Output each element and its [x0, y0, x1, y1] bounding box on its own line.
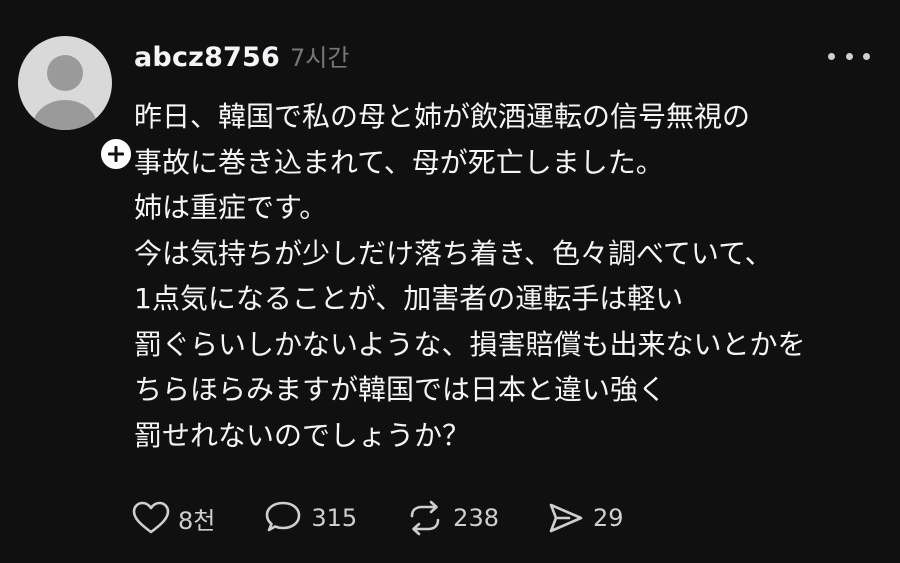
- post-text-line: 姉は重症です。: [134, 191, 328, 224]
- post-body: 昨日、韓国で私の母と姉が飲酒運転の信号無視の 事故に巻き込まれて、母が死亡しまし…: [134, 94, 894, 458]
- like-count: 8천: [178, 506, 216, 535]
- share-count: 29: [592, 504, 624, 532]
- reply-button[interactable]: 315: [263, 500, 357, 536]
- send-icon: [549, 503, 583, 533]
- post-text-line: 事故に巻き込まれて、母が死亡しました。: [134, 145, 664, 179]
- speech-bubble-icon: [266, 501, 301, 532]
- default-avatar-icon: [33, 55, 97, 130]
- post-actions-bar: 8천 315 238 29: [132, 498, 672, 538]
- plus-icon: [108, 146, 124, 162]
- post-text-line: 罰せれないのでしょうか？: [134, 418, 471, 452]
- more-dots-icon: [828, 52, 835, 60]
- share-button[interactable]: 29: [547, 501, 624, 535]
- more-dot: [863, 52, 870, 60]
- post-header: abcz8756 7시간: [134, 38, 349, 74]
- repost-count: 238: [453, 504, 499, 532]
- more-options-button[interactable]: [828, 44, 870, 68]
- avatar[interactable]: [18, 36, 112, 130]
- post-text-line: 罰ぐらいしかないような、損害賠償も出来ないとかを: [134, 327, 806, 361]
- username[interactable]: abcz8756: [134, 42, 280, 73]
- follow-button[interactable]: [98, 136, 134, 172]
- more-dot: [845, 52, 853, 60]
- post-text-line: 昨日、韓国で私の母と姉が飲酒運転の信号無視の: [134, 100, 751, 133]
- repost-arrows-icon: [410, 500, 440, 536]
- thread-post: abcz8756 7시간 昨日、韓国で私の母と姉が飲酒運転の信号無視の 事故に巻…: [0, 0, 900, 563]
- author-avatar-container: [18, 36, 134, 172]
- post-text-line: 1点気になることが、加害者の運転手は軽い: [134, 282, 684, 315]
- post-text-line: 今は気持ちが少しだけ落ち着き、色々調べていて、: [134, 236, 773, 270]
- reply-count: 315: [311, 504, 358, 532]
- post-text-line: ちらほらみますが韓国では日本と違い強く: [134, 373, 667, 406]
- post-timestamp: 7시간: [290, 44, 350, 72]
- like-button[interactable]: 8천: [132, 501, 215, 536]
- heart-icon: [132, 501, 170, 534]
- repost-button[interactable]: 238: [405, 500, 499, 536]
